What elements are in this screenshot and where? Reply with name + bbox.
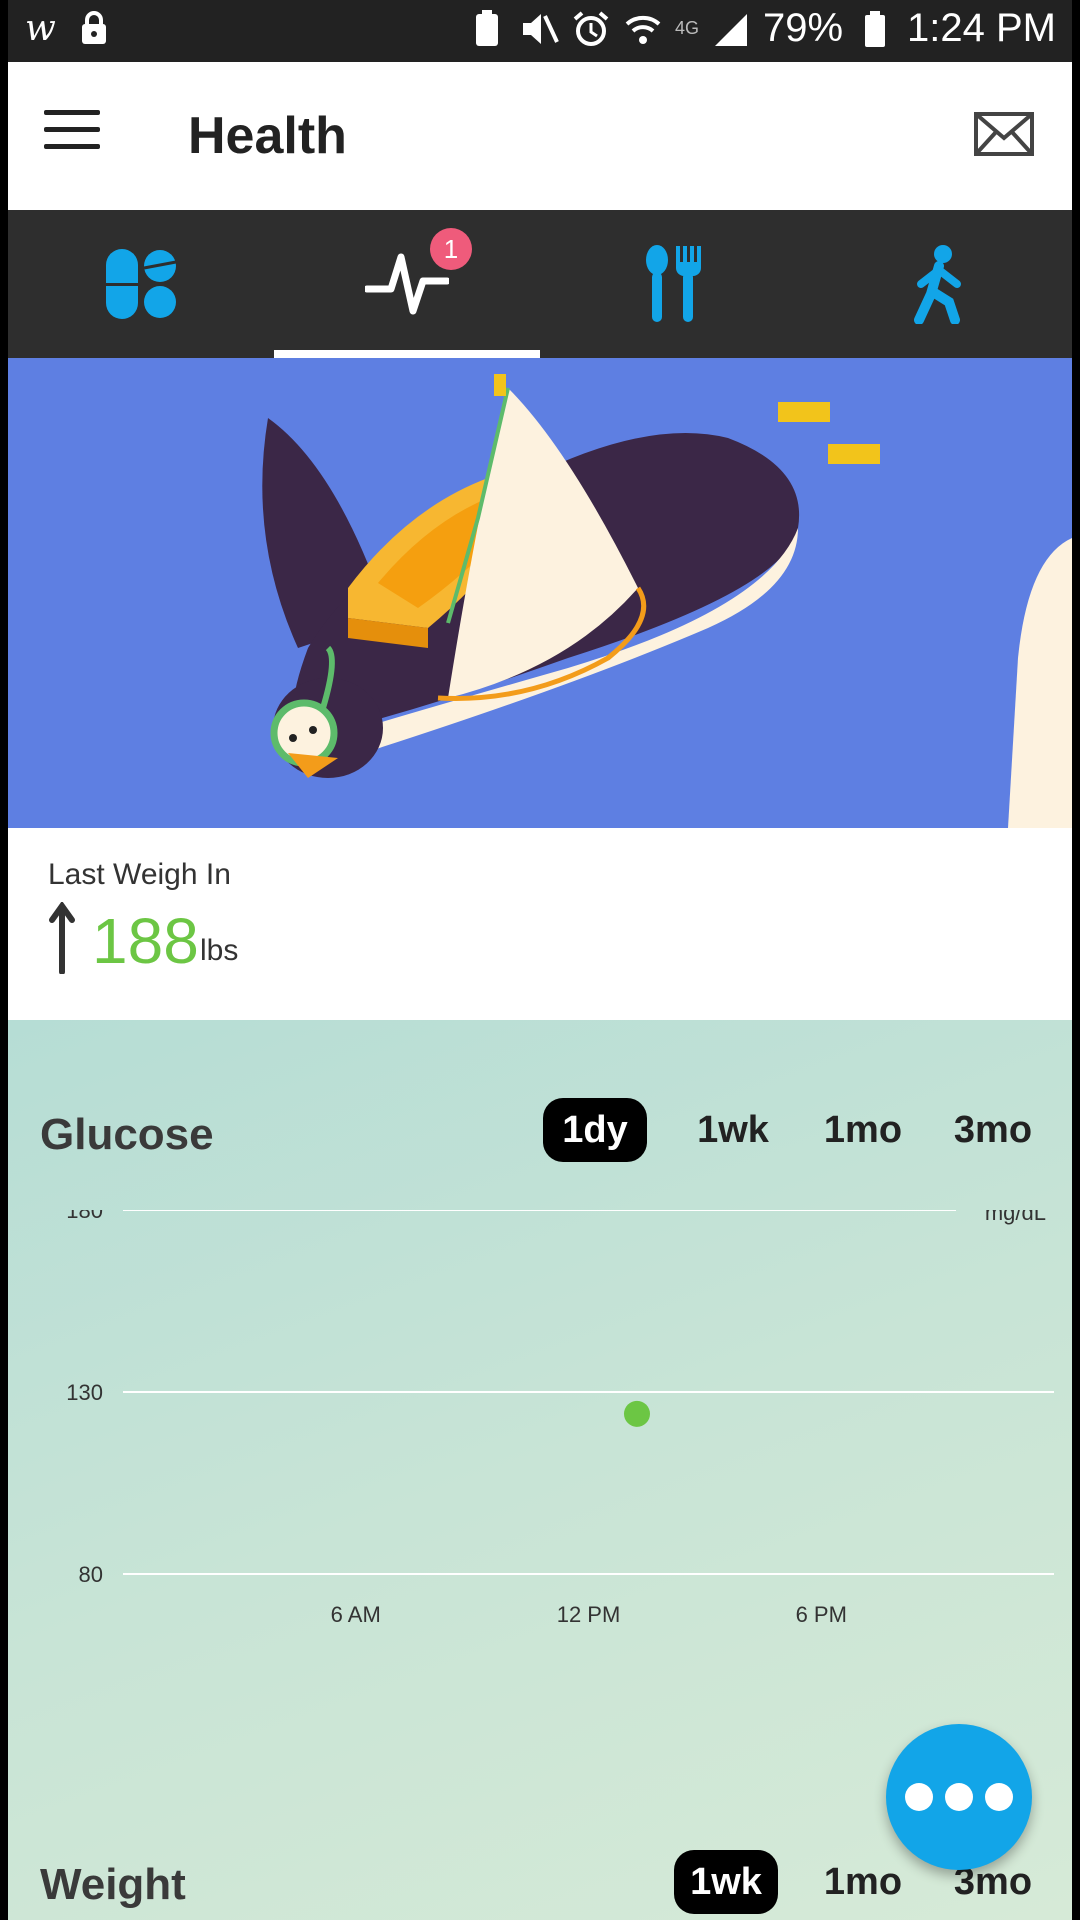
penguin-illustration [262, 374, 1072, 828]
status-bar: w 4G 79% 1:24 PM [8, 0, 1072, 62]
app-bar: Health [8, 62, 1072, 210]
weight-value: 188 [92, 905, 199, 977]
y-tick-label: 80 [79, 1562, 103, 1587]
weight-title: Weight [40, 1860, 186, 1909]
app-screen: w 4G 79% 1:24 PM Health 1 Last Weigh In … [8, 0, 1072, 1920]
glucose-range-1mo[interactable]: 1mo [803, 1098, 923, 1162]
tab-nutrition[interactable] [540, 210, 806, 358]
weigh-in-label: Last Weigh In [48, 858, 231, 891]
tab-vitals[interactable]: 1 [274, 210, 540, 358]
menu-icon-line [44, 144, 100, 149]
app-notification-icon: w [20, 8, 60, 48]
glucose-range-3mo[interactable]: 3mo [933, 1098, 1053, 1162]
signal-icon [711, 9, 751, 49]
glucose-chart: 180 130 80 mg/dL 6 AM 12 PM 6 PM [66, 1210, 1054, 1627]
page-title: Health [188, 107, 347, 165]
mail-icon [974, 112, 1034, 156]
last-weigh-in-card[interactable]: Last Weigh In 188 lbs [8, 828, 1072, 1020]
glucose-reading-point[interactable] [623, 1400, 650, 1427]
alarm-icon [571, 9, 611, 49]
more-dot-icon [945, 1783, 973, 1811]
tab-activity[interactable] [806, 210, 1072, 358]
clock: 1:24 PM [907, 6, 1056, 50]
menu-icon-line [44, 110, 100, 115]
battery-percent: 79% [762, 6, 844, 50]
menu-button[interactable] [44, 110, 100, 162]
x-tick-label: 12 PM [557, 1602, 621, 1627]
more-dot-icon [985, 1783, 1013, 1811]
y-tick-label: 180 [66, 1210, 103, 1223]
glucose-range-1dy[interactable]: 1dy [543, 1098, 647, 1162]
y-tick-label: 130 [66, 1380, 103, 1405]
notification-badge: 1 [430, 228, 472, 270]
tab-medications[interactable] [8, 210, 274, 358]
arrow-up-icon [49, 902, 75, 974]
battery-icon [855, 9, 895, 49]
weight-range-1wk[interactable]: 1wk [674, 1850, 778, 1914]
glucose-range-1wk[interactable]: 1wk [673, 1098, 793, 1162]
battery-saver-icon [467, 9, 507, 49]
glucose-title: Glucose [40, 1110, 214, 1159]
mute-icon [519, 9, 559, 49]
walking-icon [914, 245, 961, 324]
weight-unit: lbs [200, 934, 239, 967]
menu-icon-line [44, 127, 100, 132]
more-actions-button[interactable] [886, 1724, 1032, 1870]
svg-text:w: w [25, 8, 56, 48]
pills-icon [106, 249, 177, 319]
weight-range-1mo[interactable]: 1mo [803, 1850, 923, 1914]
hero-illustration [8, 358, 1072, 828]
messages-button[interactable] [974, 112, 1034, 156]
x-tick-label: 6 PM [796, 1602, 847, 1627]
category-tab-bar: 1 [8, 210, 1072, 358]
lock-icon [74, 8, 114, 48]
wifi-icon [623, 9, 663, 49]
more-dot-icon [905, 1783, 933, 1811]
unit-label: mg/dL [985, 1210, 1046, 1225]
utensils-icon [646, 245, 701, 322]
x-tick-label: 6 AM [331, 1602, 381, 1627]
network-type: 4G [674, 18, 699, 38]
